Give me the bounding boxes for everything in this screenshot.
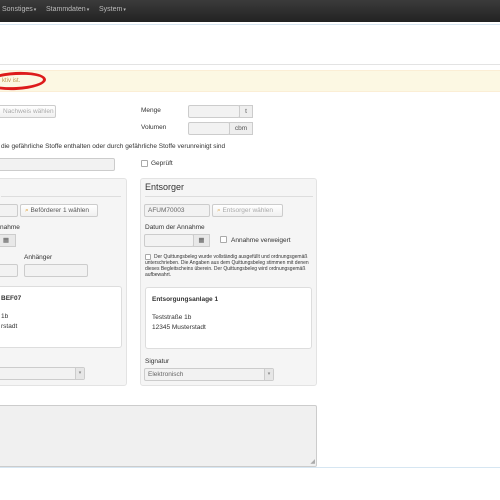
volumen-input[interactable] [188, 122, 230, 135]
calendar-button[interactable]: ▦ [0, 234, 16, 247]
quittungsbeleg-text: Der Quittungsbeleg wurde vollständig aus… [145, 254, 309, 278]
annahme-label: nahme [0, 224, 20, 231]
calendar-icon: ▦ [2, 237, 10, 244]
entsorger-title: Entsorger [145, 182, 185, 192]
befoerderer-id-input[interactable] [0, 204, 18, 217]
nav-item-sonstiges[interactable]: Sonstiges▾ [2, 6, 36, 13]
entsorger-address-box: Entsorgungsanlage 1 Teststraße 1b 12345 … [145, 287, 312, 349]
button-label: Beförderer 1 wählen [30, 207, 89, 214]
caret-down-icon: ▾ [86, 7, 90, 13]
nachweis-waehlen-button[interactable]: Nachweis wählen [0, 105, 56, 118]
caret-down-icon: ▾ [123, 7, 126, 13]
panel-divider [145, 196, 313, 197]
chevron-down-icon: ▾ [75, 368, 84, 379]
unit-label: t [245, 108, 247, 115]
befoerderer-waehlen-button[interactable]: ⌕ Beförderer 1 wählen [20, 204, 98, 217]
nav-item-stammdaten[interactable]: Stammdaten▾ [46, 6, 89, 13]
datum-annahme-input[interactable] [144, 234, 194, 247]
resize-grip-icon[interactable]: ◢ [310, 458, 315, 465]
volumen-label: Volumen [141, 124, 167, 131]
gefaehrliche-stoffe-text: die gefährliche Stoffe enthalten oder du… [1, 143, 226, 150]
header-separator [0, 24, 500, 25]
signatur-select-left[interactable]: ▾ [0, 367, 85, 380]
signatur-select[interactable]: Elektronisch ▾ [144, 368, 274, 381]
befoerderer-address-box: BEF07 1b rstadt [0, 286, 122, 348]
signatur-value: Elektronisch [148, 371, 184, 378]
menge-label: Menge [141, 107, 161, 114]
annahme-verweigert-checkbox[interactable] [220, 236, 227, 243]
befoerderer-code: BEF07 [1, 295, 22, 302]
volumen-unit: cbm [229, 122, 253, 135]
calendar-icon: ▦ [198, 237, 205, 244]
nav-label: Sonstiges [2, 6, 33, 13]
kennzeichen-input[interactable] [0, 264, 18, 277]
button-label: Entsorger wählen [222, 207, 274, 214]
calendar-button[interactable]: ▦ [193, 234, 210, 247]
bemerkung-textarea[interactable]: ◢ [0, 405, 317, 467]
facility-city: 12345 Musterstadt [152, 324, 206, 331]
facility-name: Entsorgungsanlage 1 [152, 296, 219, 303]
annahme-verweigert-label: Annahme verweigert [231, 237, 291, 244]
entsorger-id-input[interactable]: AFUM70003 [144, 204, 210, 217]
befoerderer-city: rstadt [1, 323, 18, 330]
button-label: Nachweis wählen [3, 108, 54, 115]
panel-divider [1, 196, 121, 197]
unit-label: cbm [234, 125, 248, 132]
befoerderer-street: 1b [1, 313, 9, 320]
signatur-label: Signatur [145, 358, 170, 365]
entsorger-waehlen-button[interactable]: ⌕ Entsorger wählen [212, 204, 283, 217]
footer-separator [0, 467, 500, 468]
facility-street: Teststraße 1b [152, 314, 192, 321]
menge-unit: t [239, 105, 253, 118]
search-icon: ⌕ [25, 207, 29, 214]
nav-label: System [99, 6, 123, 13]
menge-input[interactable] [188, 105, 240, 118]
caret-down-icon: ▾ [33, 7, 37, 13]
nav-item-system[interactable]: System▾ [99, 6, 126, 13]
entsorger-id-value: AFUM70003 [148, 207, 185, 214]
anhaenger-label: Anhänger [24, 254, 53, 261]
geprueft-checkbox[interactable] [141, 160, 148, 167]
text-input[interactable] [0, 158, 115, 171]
search-icon: ⌕ [217, 207, 221, 214]
chevron-down-icon: ▾ [264, 369, 273, 380]
anhaenger-input[interactable] [24, 264, 88, 277]
datum-annahme-label: Datum der Annahme [145, 224, 205, 231]
top-navbar: Sonstiges▾ Stammdaten▾ System▾ [0, 0, 500, 22]
geprueft-label: Geprüft [151, 160, 173, 167]
nav-label: Stammdaten [46, 6, 86, 13]
warning-alert: ktiv ist. [0, 70, 500, 92]
divider [0, 64, 500, 65]
